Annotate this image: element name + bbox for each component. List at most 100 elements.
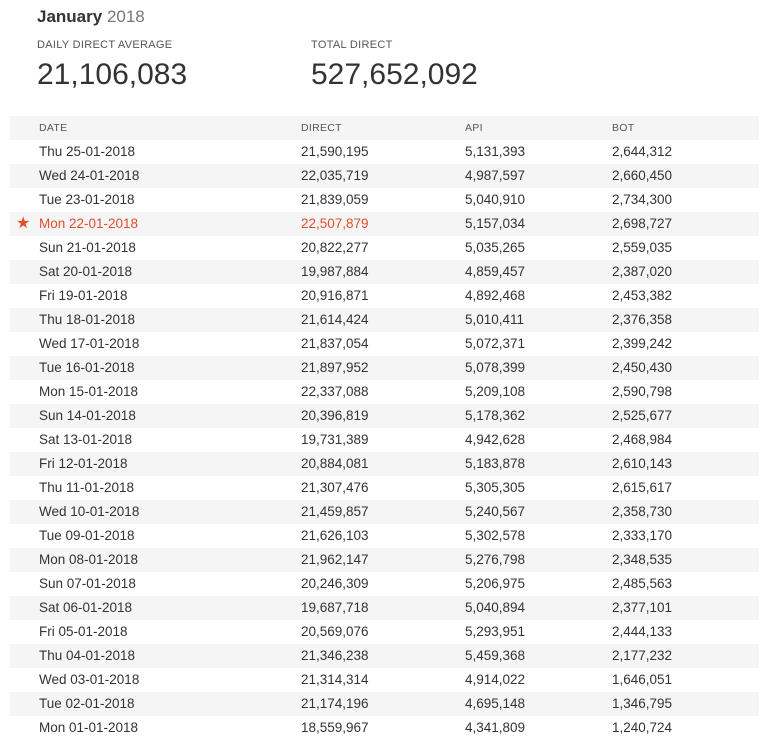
table-row: Sat 20-01-2018 19,987,884 4,859,457 2,387,0… <box>10 260 759 284</box>
cell-bot: 1,646,051 <box>612 672 673 687</box>
cell-api: 4,942,628 <box>465 432 526 447</box>
cell-bot: 2,377,101 <box>612 600 673 615</box>
cell-bot: 2,177,232 <box>612 648 673 663</box>
cell-bot: 2,376,358 <box>612 312 673 327</box>
table-row: Fri 12-01-2018 20,884,081 5,183,878 2,610,1… <box>10 452 759 476</box>
cell-date: Sun 07-01-2018 <box>39 576 136 591</box>
cell-direct: 22,337,088 <box>301 384 369 399</box>
cell-bot: 2,485,563 <box>612 576 673 591</box>
cell-api: 5,078,399 <box>465 360 526 375</box>
table-row: Sat 06-01-2018 19,687,718 5,040,894 2,377,1… <box>10 596 759 620</box>
cell-date: Tue 23-01-2018 <box>39 192 135 207</box>
cell-api: 5,131,393 <box>465 144 526 159</box>
cell-api: 5,010,411 <box>465 312 525 327</box>
table-row: Fri 19-01-2018 20,916,871 4,892,468 2,453,3… <box>10 284 759 308</box>
cell-direct: 20,916,871 <box>301 288 369 303</box>
cell-bot: 2,615,617 <box>612 480 673 495</box>
cell-bot: 2,333,170 <box>612 528 673 543</box>
cell-direct: 22,035,719 <box>301 168 369 183</box>
cell-api: 5,209,108 <box>465 384 526 399</box>
cell-api: 5,035,265 <box>465 240 526 255</box>
cell-api: 5,183,878 <box>465 456 526 471</box>
table-row: Wed 24-01-2018 22,035,719 4,987,597 2,660,4… <box>10 164 759 188</box>
cell-date: Wed 10-01-2018 <box>39 504 140 519</box>
cell-direct: 19,687,718 <box>301 600 369 615</box>
cell-api: 5,293,951 <box>465 624 526 639</box>
cell-api: 5,157,034 <box>465 216 526 231</box>
cell-bot: 2,734,300 <box>612 192 673 207</box>
cell-date: Mon 15-01-2018 <box>39 384 139 399</box>
table-row: Sun 07-01-2018 20,246,309 5,206,975 2,485,5… <box>10 572 759 596</box>
cell-bot: 2,358,730 <box>612 504 673 519</box>
cell-date: Mon 08-01-2018 <box>39 552 139 567</box>
cell-direct: 20,569,076 <box>301 624 369 639</box>
cell-bot: 2,348,535 <box>612 552 673 567</box>
cell-bot: 2,450,430 <box>612 360 673 375</box>
table-row: Thu 25-01-2018 21,590,195 5,131,393 2,644,3… <box>10 140 759 164</box>
column-header-api: API <box>465 122 483 134</box>
stat-label: TOTAL DIRECT <box>311 39 393 51</box>
daily-stats-table: DATE DIRECT API BOT Thu 25-01-2018 21,590… <box>10 116 759 740</box>
cell-date: Sat 06-01-2018 <box>39 600 133 615</box>
table-body: Thu 25-01-2018 21,590,195 5,131,393 2,644,3… <box>10 140 759 740</box>
stat-value: 527,652,092 <box>311 58 478 91</box>
table-row: Wed 03-01-2018 21,314,314 4,914,022 1,646,0… <box>10 668 759 692</box>
cell-bot: 1,240,724 <box>612 720 673 735</box>
cell-bot: 2,590,798 <box>612 384 673 399</box>
cell-direct: 22,507,879 <box>301 216 369 231</box>
cell-api: 5,040,894 <box>465 600 526 615</box>
table-row: Sun 14-01-2018 20,396,819 5,178,362 2,525,6… <box>10 404 759 428</box>
cell-date: Thu 25-01-2018 <box>39 144 136 159</box>
table-row: Thu 11-01-2018 21,307,476 5,305,305 2,615,6… <box>10 476 759 500</box>
table-row: Sun 21-01-2018 20,822,277 5,035,265 2,559,0… <box>10 236 759 260</box>
cell-date: Tue 09-01-2018 <box>39 528 135 543</box>
table-row: Tue 09-01-2018 21,626,103 5,302,578 2,333,1… <box>10 524 759 548</box>
cell-date: Fri 12-01-2018 <box>39 456 128 471</box>
cell-bot: 2,525,677 <box>612 408 673 423</box>
total-direct-stat: TOTAL DIRECT 527,652,092 <box>311 38 478 94</box>
cell-date: Sun 14-01-2018 <box>39 408 136 423</box>
cell-direct: 20,396,819 <box>301 408 369 423</box>
table-row: Thu 18-01-2018 21,614,424 5,010,411 2,376,3… <box>10 308 759 332</box>
stat-label: DAILY DIRECT AVERAGE <box>37 39 173 51</box>
cell-direct: 21,174,196 <box>301 696 369 711</box>
table-row: Wed 10-01-2018 21,459,857 5,240,567 2,358,7… <box>10 500 759 524</box>
cell-bot: 2,660,450 <box>612 168 673 183</box>
cell-bot: 2,468,984 <box>612 432 673 447</box>
cell-date: Mon 22-01-2018 <box>39 216 139 231</box>
cell-date: Tue 02-01-2018 <box>39 696 135 711</box>
cell-api: 4,341,809 <box>465 720 526 735</box>
table-row: Mon 08-01-2018 21,962,147 5,276,798 2,348,5… <box>10 548 759 572</box>
cell-api: 5,040,910 <box>465 192 526 207</box>
cell-date: Sat 13-01-2018 <box>39 432 133 447</box>
cell-api: 5,240,567 <box>465 504 526 519</box>
cell-direct: 21,459,857 <box>301 504 369 519</box>
cell-bot: 2,399,242 <box>612 336 673 351</box>
stat-value: 21,106,083 <box>37 58 188 91</box>
cell-date: Sun 21-01-2018 <box>39 240 136 255</box>
column-header-date: DATE <box>39 122 68 134</box>
star-icon: ★ <box>16 215 31 232</box>
cell-date: Fri 05-01-2018 <box>39 624 128 639</box>
cell-direct: 20,822,277 <box>301 240 369 255</box>
cell-bot: 1,346,795 <box>612 696 673 711</box>
cell-date: Thu 04-01-2018 <box>39 648 136 663</box>
cell-api: 5,459,368 <box>465 648 526 663</box>
cell-direct: 21,346,238 <box>301 648 369 663</box>
cell-direct: 18,559,967 <box>301 720 369 735</box>
cell-api: 5,305,305 <box>465 480 526 495</box>
year-label: 2018 <box>106 7 145 26</box>
table-row: Mon 01-01-2018 18,559,967 4,341,809 1,240,7… <box>10 716 759 740</box>
cell-direct: 21,839,059 <box>301 192 369 207</box>
cell-api: 4,892,468 <box>465 288 526 303</box>
cell-api: 5,206,975 <box>465 576 526 591</box>
table-row: Sat 13-01-2018 19,731,389 4,942,628 2,468,9… <box>10 428 759 452</box>
cell-direct: 20,246,309 <box>301 576 369 591</box>
cell-bot: 2,559,035 <box>612 240 673 255</box>
cell-direct: 21,314,314 <box>301 672 369 687</box>
cell-date: Mon 01-01-2018 <box>39 720 139 735</box>
cell-bot: 2,644,312 <box>612 144 673 159</box>
cell-date: Wed 03-01-2018 <box>39 672 140 687</box>
cell-date: Wed 24-01-2018 <box>39 168 140 183</box>
table-row: Wed 17-01-2018 21,837,054 5,072,371 2,399,2… <box>10 332 759 356</box>
